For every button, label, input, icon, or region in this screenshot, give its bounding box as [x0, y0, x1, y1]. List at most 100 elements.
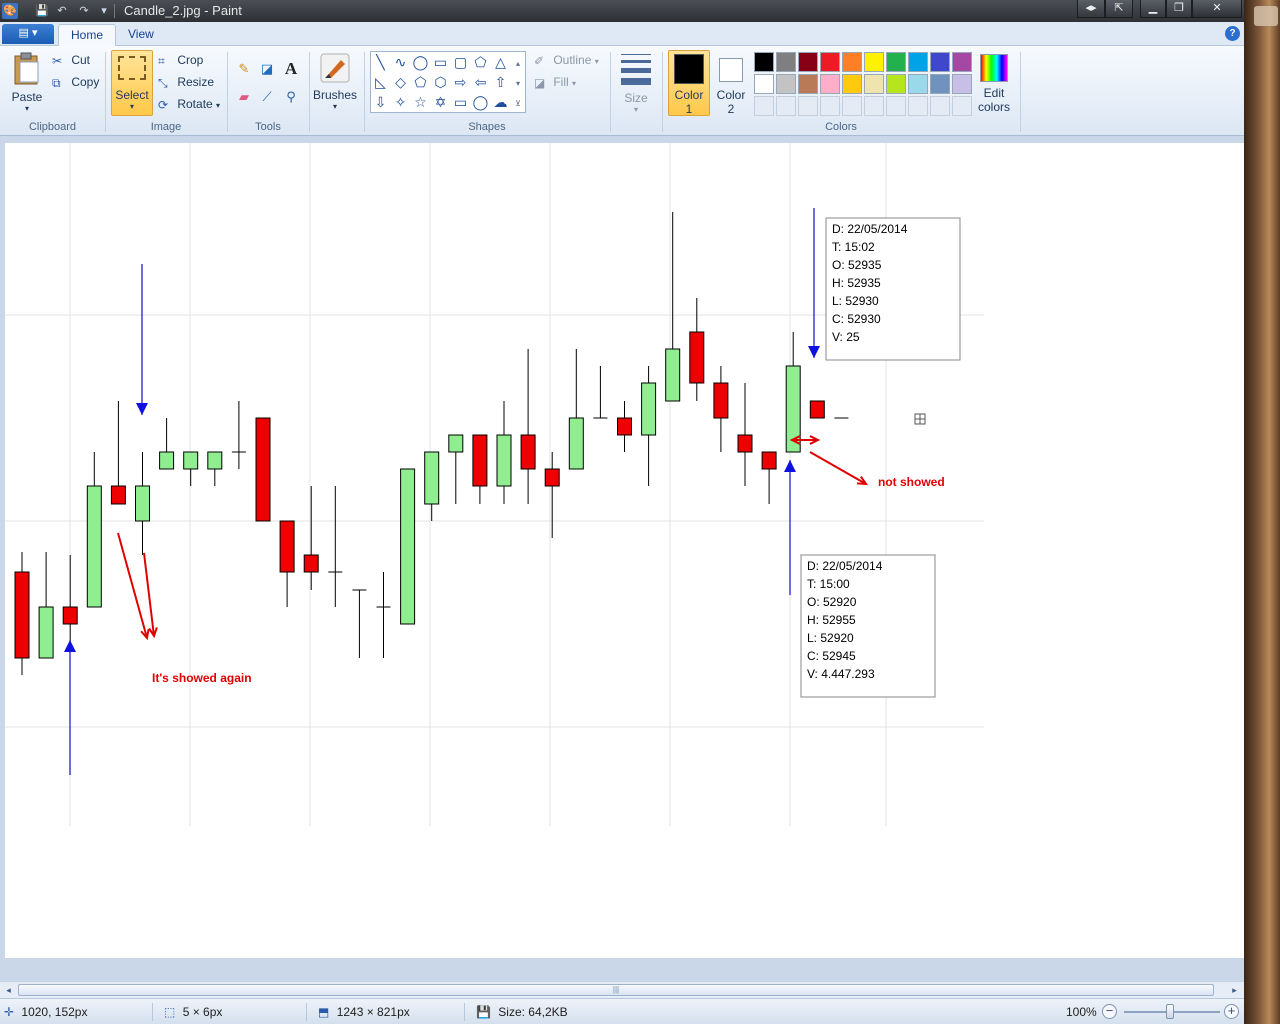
- paste-button[interactable]: Paste ▾: [8, 52, 46, 113]
- outline-button[interactable]: ✐ Outline ▾: [534, 50, 599, 70]
- palette-swatch[interactable]: [886, 52, 906, 72]
- color1-button[interactable]: Color 1: [668, 52, 710, 116]
- rotate-button[interactable]: ⟳ Rotate ▾: [158, 94, 220, 114]
- oval-callout-shape-icon[interactable]: ◯: [471, 93, 490, 112]
- palette-custom-slot[interactable]: [886, 96, 906, 116]
- horizontal-scrollbar[interactable]: ◂ ||| ▸: [0, 981, 1244, 998]
- palette-custom-slot[interactable]: [864, 96, 884, 116]
- brushes-dropdown-icon[interactable]: ▾: [312, 102, 358, 111]
- size-dropdown-icon[interactable]: ▾: [616, 105, 656, 114]
- right-arrow-shape-icon[interactable]: ⇨: [451, 73, 470, 92]
- brushes-button[interactable]: Brushes ▾: [312, 52, 358, 111]
- palette-swatch[interactable]: [820, 52, 840, 72]
- scroll-left-icon[interactable]: ◂: [1, 983, 16, 998]
- close-button[interactable]: ✕: [1192, 0, 1242, 18]
- palette-custom-slot[interactable]: [776, 96, 796, 116]
- resize-button[interactable]: ⤡ Resize: [158, 72, 214, 92]
- palette-swatch[interactable]: [754, 52, 774, 72]
- edit-colors-button[interactable]: Edit colors: [975, 52, 1013, 114]
- palette-custom-slot[interactable]: [820, 96, 840, 116]
- palette-custom-slot[interactable]: [798, 96, 818, 116]
- line-shape-icon[interactable]: ╲: [371, 53, 390, 72]
- palette-swatch[interactable]: [952, 74, 972, 94]
- palette-swatch[interactable]: [908, 74, 928, 94]
- drawing-canvas[interactable]: D: 22/05/2014 T: 15:02 O: 52935 H: 52935 L: …: [5, 143, 1244, 958]
- six-point-star-shape-icon[interactable]: ✡: [431, 93, 450, 112]
- palette-swatch[interactable]: [754, 74, 774, 94]
- paste-dropdown-icon[interactable]: ▾: [8, 104, 46, 113]
- curve-shape-icon[interactable]: ∿: [391, 53, 410, 72]
- palette-swatch[interactable]: [842, 74, 862, 94]
- color2-button[interactable]: Color 2: [711, 52, 751, 116]
- tab-home[interactable]: Home: [58, 24, 117, 46]
- text-tool-icon[interactable]: A: [280, 58, 302, 80]
- restore-window-icon[interactable]: ⇱: [1105, 0, 1133, 18]
- palette-swatch[interactable]: [820, 74, 840, 94]
- palette-swatch[interactable]: [952, 52, 972, 72]
- paint-menu-button[interactable]: ▤ ▾: [2, 24, 54, 44]
- palette-custom-slot[interactable]: [908, 96, 928, 116]
- zoom-slider-thumb[interactable]: [1166, 1004, 1174, 1019]
- desktop-icon[interactable]: [1254, 6, 1278, 26]
- palette-swatch[interactable]: [908, 52, 928, 72]
- zoom-out-button[interactable]: −: [1102, 1004, 1117, 1019]
- save-icon[interactable]: 💾: [34, 3, 50, 19]
- pencil-icon[interactable]: ✎: [233, 58, 255, 80]
- right-triangle-shape-icon[interactable]: ◺: [371, 73, 390, 92]
- five-point-star-shape-icon[interactable]: ☆: [411, 93, 430, 112]
- crop-button[interactable]: ⌗ Crop: [158, 50, 203, 70]
- paint-app-icon[interactable]: 🎨: [2, 3, 18, 19]
- palette-custom-slot[interactable]: [930, 96, 950, 116]
- pentagon-shape-icon[interactable]: ⬠: [411, 73, 430, 92]
- palette-custom-slot[interactable]: [842, 96, 862, 116]
- tab-view[interactable]: View: [116, 24, 166, 46]
- palette-swatch[interactable]: [930, 52, 950, 72]
- hexagon-shape-icon[interactable]: ⬡: [431, 73, 450, 92]
- select-dropdown-icon[interactable]: ▾: [111, 102, 153, 111]
- select-button[interactable]: Select ▾: [111, 52, 153, 111]
- palette-custom-slot[interactable]: [952, 96, 972, 116]
- minimize-button[interactable]: ▁: [1140, 0, 1166, 18]
- palette-swatch[interactable]: [886, 74, 906, 94]
- palette-swatch[interactable]: [798, 52, 818, 72]
- color-picker-icon[interactable]: ⟋: [256, 86, 278, 108]
- left-arrow-shape-icon[interactable]: ⇦: [471, 73, 490, 92]
- up-arrow-shape-icon[interactable]: ⇧: [491, 73, 510, 92]
- copy-button[interactable]: ⧉ Copy: [52, 72, 99, 92]
- palette-swatch[interactable]: [864, 52, 884, 72]
- fill-button[interactable]: ◪ Fill ▾: [534, 72, 576, 92]
- palette-swatch[interactable]: [930, 74, 950, 94]
- size-button[interactable]: Size ▾: [616, 52, 656, 114]
- rectangle-shape-icon[interactable]: ▭: [431, 53, 450, 72]
- triangle-shape-icon[interactable]: △: [491, 53, 510, 72]
- fill-bucket-icon[interactable]: ◪: [256, 58, 278, 80]
- snap-icon[interactable]: ◂▸: [1077, 0, 1105, 18]
- rounded-rectangle-shape-icon[interactable]: ▢: [451, 53, 470, 72]
- undo-icon[interactable]: ↶: [54, 3, 70, 19]
- palette-custom-slot[interactable]: [754, 96, 774, 116]
- zoom-in-button[interactable]: +: [1224, 1004, 1239, 1019]
- polygon-shape-icon[interactable]: ⬠: [471, 53, 490, 72]
- shapes-scroll-down-icon[interactable]: ▾: [511, 74, 525, 93]
- palette-swatch[interactable]: [798, 74, 818, 94]
- eraser-icon[interactable]: ▰: [233, 86, 255, 108]
- quick-access-dropdown-icon[interactable]: ▾: [96, 3, 112, 19]
- shapes-expand-icon[interactable]: ⊻: [511, 94, 525, 113]
- scroll-right-icon[interactable]: ▸: [1227, 983, 1242, 998]
- help-icon[interactable]: ?: [1225, 26, 1240, 41]
- maximize-button[interactable]: ❐: [1166, 0, 1192, 18]
- oval-shape-icon[interactable]: ◯: [411, 53, 430, 72]
- shapes-scroll-up-icon[interactable]: ▴: [511, 54, 525, 73]
- palette-swatch[interactable]: [776, 74, 796, 94]
- four-point-star-shape-icon[interactable]: ✧: [391, 93, 410, 112]
- redo-icon[interactable]: ↷: [76, 3, 92, 19]
- down-arrow-shape-icon[interactable]: ⇩: [371, 93, 390, 112]
- palette-swatch[interactable]: [864, 74, 884, 94]
- scrollbar-thumb[interactable]: |||: [18, 984, 1214, 996]
- cloud-callout-shape-icon[interactable]: ☁: [491, 93, 510, 112]
- palette-swatch[interactable]: [776, 52, 796, 72]
- diamond-shape-icon[interactable]: ◇: [391, 73, 410, 92]
- palette-swatch[interactable]: [842, 52, 862, 72]
- magnifier-icon[interactable]: ⚲: [280, 86, 302, 108]
- cut-button[interactable]: ✂ Cut: [52, 50, 90, 70]
